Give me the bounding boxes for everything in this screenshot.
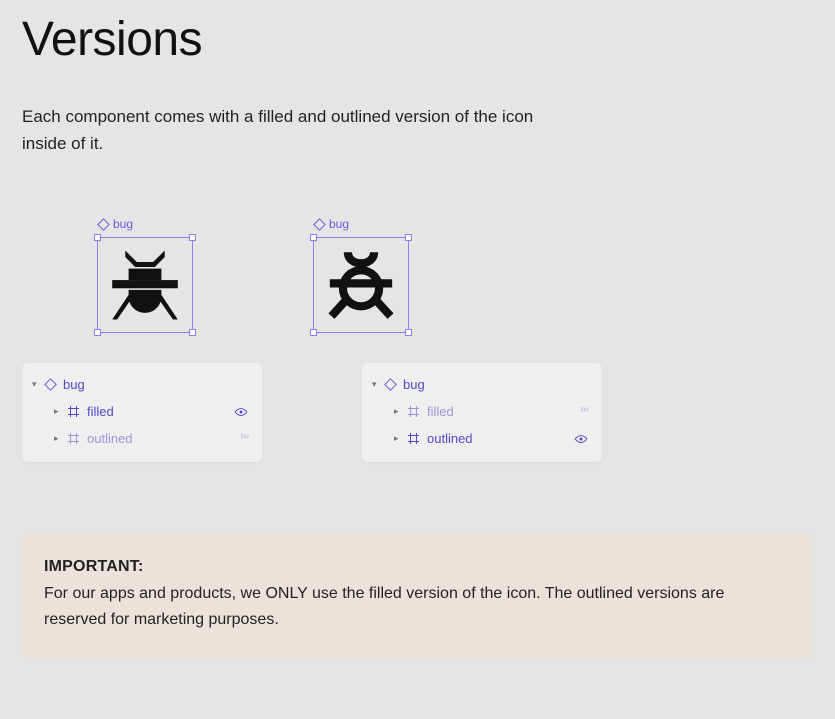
page-title: Versions — [22, 12, 813, 67]
eye-hidden-icon[interactable]: ˡᵒʷ — [581, 406, 588, 417]
layer-row-outlined[interactable]: ▸ outlined ˡᵒʷ — [22, 425, 262, 452]
layer-row-filled[interactable]: ▸ filled ˡᵒʷ — [362, 398, 602, 425]
selection-frame[interactable] — [97, 237, 193, 333]
resize-handle[interactable] — [189, 329, 196, 336]
example-outlined: bug — [313, 217, 409, 333]
bug-outlined-icon — [320, 244, 402, 326]
component-icon — [97, 218, 110, 231]
component-label-text: bug — [329, 217, 349, 231]
important-notice: IMPORTANT: For our apps and products, we… — [22, 534, 813, 657]
frame-icon — [408, 406, 419, 417]
notice-heading: IMPORTANT: — [44, 558, 143, 575]
chevron-right-icon: ▸ — [394, 433, 404, 444]
resize-handle[interactable] — [189, 234, 196, 241]
chevron-down-icon: ▾ — [372, 379, 382, 390]
layers-panel-left: ▾ bug ▸ filled ▸ outlined ˡᵒʷ — [22, 363, 262, 462]
resize-handle[interactable] — [310, 234, 317, 241]
resize-handle[interactable] — [94, 329, 101, 336]
resize-handle[interactable] — [405, 329, 412, 336]
layer-row-filled[interactable]: ▸ filled — [22, 398, 262, 425]
component-icon — [46, 380, 55, 389]
layer-row-component[interactable]: ▾ bug — [362, 371, 602, 398]
layer-label: outlined — [87, 431, 241, 446]
component-label: bug — [97, 217, 193, 231]
eye-icon[interactable] — [574, 434, 588, 444]
frame-icon — [408, 433, 419, 444]
layer-label: bug — [403, 377, 588, 392]
component-icon — [313, 218, 326, 231]
resize-handle[interactable] — [310, 329, 317, 336]
chevron-down-icon: ▾ — [32, 379, 42, 390]
frame-icon — [68, 433, 79, 444]
chevron-right-icon: ▸ — [54, 406, 64, 417]
layer-panels: ▾ bug ▸ filled ▸ outlined ˡᵒʷ — [22, 363, 813, 462]
layers-panel-right: ▾ bug ▸ filled ˡᵒʷ ▸ outlined — [362, 363, 602, 462]
selection-frame[interactable] — [313, 237, 409, 333]
example-filled: bug — [97, 217, 193, 333]
layer-label: filled — [87, 404, 234, 419]
eye-icon[interactable] — [234, 407, 248, 417]
layer-row-outlined[interactable]: ▸ outlined — [362, 425, 602, 452]
resize-handle[interactable] — [405, 234, 412, 241]
resize-handle[interactable] — [94, 234, 101, 241]
eye-hidden-icon[interactable]: ˡᵒʷ — [241, 433, 248, 444]
layer-label: filled — [427, 404, 581, 419]
layer-row-component[interactable]: ▾ bug — [22, 371, 262, 398]
intro-text: Each component comes with a filled and o… — [22, 103, 562, 157]
chevron-right-icon: ▸ — [394, 406, 404, 417]
icon-examples: bug — [22, 217, 813, 333]
component-icon — [386, 380, 395, 389]
component-label-text: bug — [113, 217, 133, 231]
layer-label: outlined — [427, 431, 574, 446]
component-label: bug — [313, 217, 409, 231]
chevron-right-icon: ▸ — [54, 433, 64, 444]
notice-body: For our apps and products, we ONLY use t… — [44, 585, 724, 628]
frame-icon — [68, 406, 79, 417]
layer-label: bug — [63, 377, 248, 392]
bug-filled-icon — [104, 244, 186, 326]
